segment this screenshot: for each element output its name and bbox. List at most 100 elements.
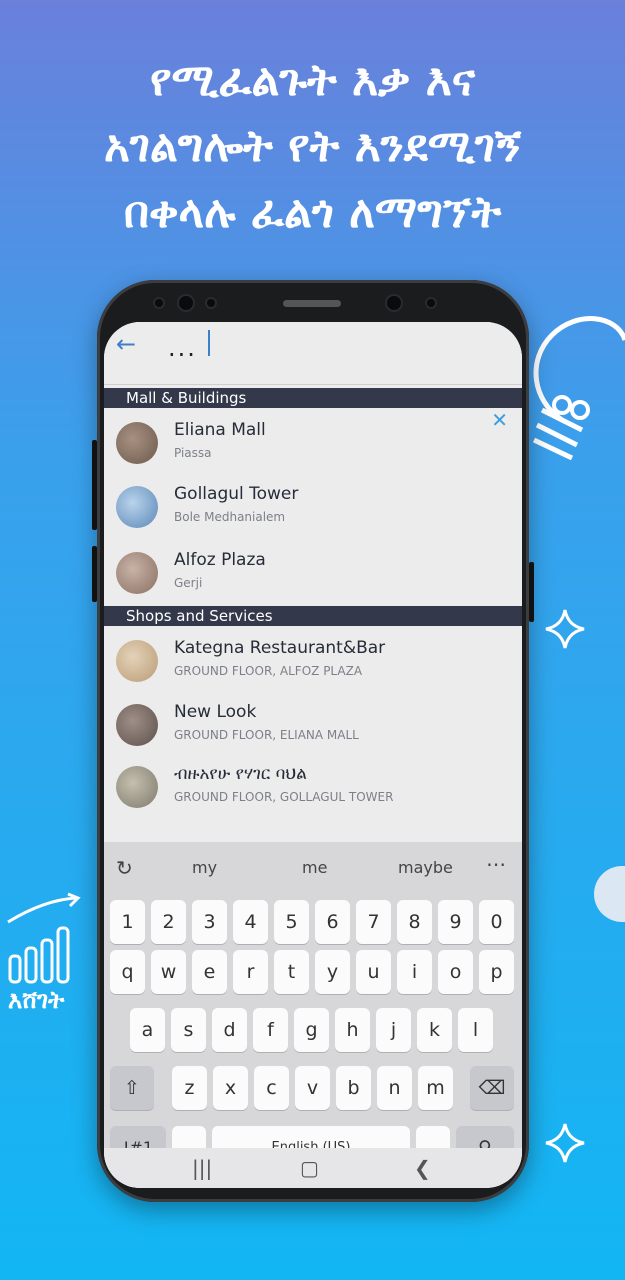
refresh-icon[interactable]: ↻ [116, 856, 133, 880]
result-location: Gerji [174, 576, 203, 590]
headline-line-3: በቀላሉ ፈልጎ ለማግኘት [123, 187, 502, 238]
key-w[interactable]: w [151, 950, 186, 994]
key-r[interactable]: r [233, 950, 268, 994]
app-screen: ← ... Mall & Buildings ✕ Eliana Mall Pia… [104, 322, 522, 1188]
avatar [116, 486, 158, 528]
key-k[interactable]: k [417, 1008, 452, 1052]
key-z[interactable]: z [172, 1066, 207, 1110]
avatar [116, 704, 158, 746]
power-button [529, 562, 534, 622]
result-location: Piassa [174, 446, 212, 460]
suggestion-item[interactable]: me [302, 858, 327, 877]
key-v[interactable]: v [295, 1066, 330, 1110]
key-0[interactable]: 0 [479, 900, 514, 944]
phone-frame: ← ... Mall & Buildings ✕ Eliana Mall Pia… [92, 280, 534, 1202]
key-g[interactable]: g [294, 1008, 329, 1052]
list-item[interactable]: Eliana Mall Piassa [104, 410, 522, 474]
camera-icon [179, 296, 193, 310]
avatar [116, 766, 158, 808]
search-bar: ← ... [104, 322, 522, 385]
section-header-malls: Mall & Buildings [104, 388, 522, 408]
key-o[interactable]: o [438, 950, 473, 994]
search-input[interactable]: ... [168, 334, 197, 362]
key-9[interactable]: 9 [438, 900, 473, 944]
speaker-grille [283, 300, 341, 307]
lightbulb-icon [532, 316, 625, 460]
avatar [116, 640, 158, 682]
home-icon[interactable]: ▢ [300, 1156, 319, 1180]
recent-apps-icon[interactable]: ||| [192, 1156, 212, 1180]
key-j[interactable]: j [376, 1008, 411, 1052]
key-2[interactable]: 2 [151, 900, 186, 944]
backspace-key[interactable]: ⌫ [470, 1066, 514, 1110]
result-name: ብዙአየሁ የሃገር ባህል [174, 764, 307, 784]
result-location: GROUND FLOOR, ELIANA MALL [174, 728, 359, 742]
key-p[interactable]: p [479, 950, 514, 994]
list-item[interactable]: Kategna Restaurant&Bar GROUND FLOOR, ALF… [104, 628, 522, 692]
list-item[interactable]: Alfoz Plaza Gerji [104, 540, 522, 604]
key-n[interactable]: n [377, 1066, 412, 1110]
key-5[interactable]: 5 [274, 900, 309, 944]
key-d[interactable]: d [212, 1008, 247, 1052]
system-nav-bar: ||| ▢ ❮ [104, 1148, 522, 1188]
keyboard: ↻ my me maybe ⋯ 1234567890 qwertyuiop as… [104, 842, 522, 1188]
more-icon[interactable]: ⋯ [486, 852, 506, 876]
key-f[interactable]: f [253, 1008, 288, 1052]
sparkle-icon [545, 609, 585, 649]
key-h[interactable]: h [335, 1008, 370, 1052]
key-6[interactable]: 6 [315, 900, 350, 944]
camera-icon [207, 299, 215, 307]
volume-button [92, 440, 97, 530]
key-i[interactable]: i [397, 950, 432, 994]
growth-chart-icon [7, 892, 81, 984]
headline-line-1: የሚፈልጉት እቃ እና [149, 55, 476, 106]
list-item[interactable]: New Look GROUND FLOOR, ELIANA MALL [104, 692, 522, 756]
deco-text: እሸገት [8, 986, 65, 1014]
back-arrow-icon[interactable]: ← [116, 330, 136, 358]
key-e[interactable]: e [192, 950, 227, 994]
sparkle-icon [545, 1123, 585, 1163]
camera-icon [427, 299, 435, 307]
key-s[interactable]: s [171, 1008, 206, 1052]
key-y[interactable]: y [315, 950, 350, 994]
suggestion-bar: ↻ my me maybe ⋯ [104, 842, 522, 894]
avatar [116, 552, 158, 594]
result-location: Bole Medhanialem [174, 510, 286, 524]
list-item[interactable]: ብዙአየሁ የሃገር ባህል GROUND FLOOR, GOLLAGUL TO… [104, 754, 522, 818]
key-c[interactable]: c [254, 1066, 289, 1110]
text-cursor [208, 330, 210, 356]
key-x[interactable]: x [213, 1066, 248, 1110]
key-u[interactable]: u [356, 950, 391, 994]
result-location: GROUND FLOOR, GOLLAGUL TOWER [174, 790, 394, 804]
result-name: Kategna Restaurant&Bar [174, 638, 386, 658]
section-header-shops: Shops and Services [104, 606, 522, 626]
key-8[interactable]: 8 [397, 900, 432, 944]
key-3[interactable]: 3 [192, 900, 227, 944]
suggestion-item[interactable]: maybe [398, 858, 453, 877]
avatar [116, 422, 158, 464]
result-name: Gollagul Tower [174, 484, 299, 504]
key-t[interactable]: t [274, 950, 309, 994]
key-4[interactable]: 4 [233, 900, 268, 944]
shift-key[interactable]: ⇧ [110, 1066, 154, 1110]
bixby-button [92, 546, 97, 602]
result-name: Eliana Mall [174, 420, 266, 440]
key-7[interactable]: 7 [356, 900, 391, 944]
list-item[interactable]: Gollagul Tower Bole Medhanialem [104, 474, 522, 538]
cloud-shape [594, 866, 625, 922]
promo-headline: የሚፈልጉት እቃ እና አገልግሎት የት እንደሚገኝ በቀላሉ ፈልጎ ለ… [0, 48, 625, 246]
camera-icon [387, 296, 401, 310]
key-q[interactable]: q [110, 950, 145, 994]
suggestion-item[interactable]: my [192, 858, 217, 877]
result-name: Alfoz Plaza [174, 550, 266, 570]
key-1[interactable]: 1 [110, 900, 145, 944]
key-m[interactable]: m [418, 1066, 453, 1110]
camera-icon [155, 299, 163, 307]
result-name: New Look [174, 702, 257, 722]
key-b[interactable]: b [336, 1066, 371, 1110]
key-l[interactable]: l [458, 1008, 493, 1052]
key-a[interactable]: a [130, 1008, 165, 1052]
result-location: GROUND FLOOR, ALFOZ PLAZA [174, 664, 363, 678]
headline-line-2: አገልግሎት የት እንደሚገኝ [103, 121, 522, 172]
back-icon[interactable]: ❮ [414, 1156, 431, 1180]
